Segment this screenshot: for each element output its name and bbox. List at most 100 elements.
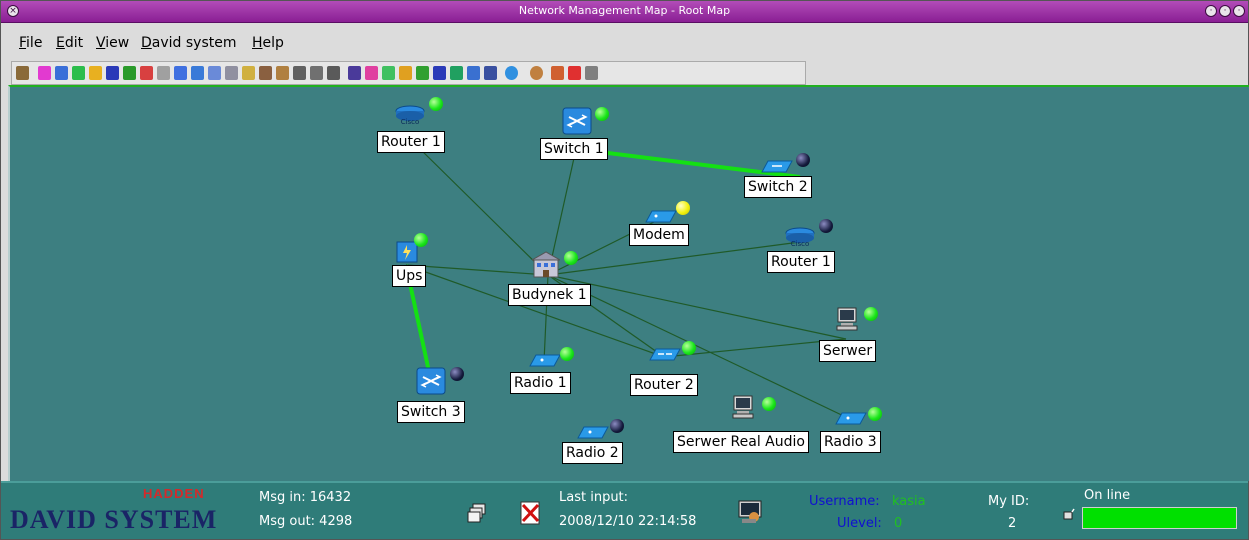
status-indicator bbox=[819, 219, 833, 233]
person-tool-icon[interactable] bbox=[348, 66, 361, 80]
ulevel-label: Ulevel: bbox=[837, 516, 882, 531]
msg-out-count: Msg out: 4298 bbox=[259, 514, 353, 529]
node-label-serwer[interactable]: Serwer bbox=[819, 340, 877, 362]
msg-in-count: Msg in: 16432 bbox=[259, 490, 352, 505]
info-tool-icon[interactable] bbox=[505, 66, 518, 80]
flag-tool-icon[interactable] bbox=[140, 66, 153, 80]
messages-icon[interactable] bbox=[467, 503, 487, 523]
status-indicator bbox=[414, 233, 428, 247]
ulevel-value: 0 bbox=[894, 516, 903, 531]
minimize-icon[interactable]: · bbox=[1205, 5, 1217, 17]
grid2-tool-icon[interactable] bbox=[433, 66, 446, 80]
triangle-tool-icon[interactable] bbox=[89, 66, 102, 80]
group-tool-icon[interactable] bbox=[72, 66, 85, 80]
menu-help[interactable]: Help bbox=[252, 35, 284, 51]
chart-tool-icon[interactable] bbox=[416, 66, 429, 80]
search-tool-icon[interactable] bbox=[191, 66, 204, 80]
online-label: On line bbox=[1084, 488, 1131, 503]
status-indicator bbox=[450, 367, 464, 381]
menu-file[interactable]: File bbox=[19, 35, 42, 51]
list-tool-icon[interactable] bbox=[450, 66, 463, 80]
username-value: kasia bbox=[892, 494, 926, 509]
link-layer bbox=[404, 144, 851, 420]
network-link-ups-budynek1[interactable] bbox=[405, 264, 549, 276]
pencil-tool-icon[interactable] bbox=[174, 66, 187, 80]
add-link-tool-icon[interactable] bbox=[55, 66, 68, 80]
add-node-tool-icon[interactable] bbox=[38, 66, 51, 80]
node-label-switch-1[interactable]: Switch 1 bbox=[540, 138, 608, 160]
grid-tool-icon[interactable] bbox=[106, 66, 119, 80]
my-id-value: 2 bbox=[1008, 516, 1017, 531]
menu-edit[interactable]: Edit bbox=[56, 35, 83, 51]
error-log-icon[interactable] bbox=[520, 501, 542, 525]
report-tool-icon[interactable] bbox=[585, 66, 598, 80]
alarm-tool-icon[interactable] bbox=[551, 66, 564, 80]
status-indicator bbox=[610, 419, 624, 433]
status-indicator bbox=[868, 407, 882, 421]
warning-tool-icon[interactable] bbox=[568, 66, 581, 80]
svg-text:Cisco: Cisco bbox=[791, 240, 810, 247]
connection-icon bbox=[1063, 505, 1075, 520]
toolbar bbox=[11, 61, 806, 85]
block2-tool-icon[interactable] bbox=[310, 66, 323, 80]
up-tool-icon[interactable] bbox=[276, 66, 289, 80]
node-label-router-1[interactable]: Router 1 bbox=[377, 131, 445, 153]
node-label-ups[interactable]: Ups bbox=[392, 265, 427, 287]
zoom-tool-icon[interactable] bbox=[208, 66, 221, 80]
terminal-user-icon[interactable] bbox=[738, 500, 762, 524]
monitor-tool-icon[interactable] bbox=[123, 66, 136, 80]
star-tool-icon[interactable] bbox=[365, 66, 378, 80]
username-label: Username: bbox=[809, 494, 880, 509]
network-link-router1_right-budynek1[interactable] bbox=[547, 241, 801, 276]
node-label-router-1-right[interactable]: Router 1 bbox=[767, 251, 835, 273]
settings-tool-icon[interactable] bbox=[530, 66, 543, 80]
hadden-logo: HADDEN bbox=[143, 486, 205, 501]
node-label-radio-2[interactable]: Radio 2 bbox=[562, 442, 623, 464]
david-system-logo: DAVID SYSTEM bbox=[10, 505, 218, 534]
status-indicator bbox=[595, 107, 609, 121]
node-label-router-2[interactable]: Router 2 bbox=[630, 374, 698, 396]
network-link-budynek1-radio3[interactable] bbox=[547, 274, 851, 420]
colors-tool-icon[interactable] bbox=[399, 66, 412, 80]
status-indicator bbox=[564, 251, 578, 265]
status-indicator bbox=[560, 347, 574, 361]
node-label-switch-3[interactable]: Switch 3 bbox=[397, 401, 465, 423]
status-indicator bbox=[676, 201, 690, 215]
maximize-icon[interactable]: · bbox=[1219, 5, 1231, 17]
lock-tool-icon[interactable] bbox=[16, 66, 29, 80]
close-icon[interactable]: · bbox=[1233, 5, 1245, 17]
block-tool-icon[interactable] bbox=[293, 66, 306, 80]
magnify-tool-icon[interactable] bbox=[467, 66, 480, 80]
menu-david-system[interactable]: David system bbox=[141, 35, 237, 51]
title-bar[interactable]: × Network Management Map - Root Map · · … bbox=[1, 1, 1248, 23]
status-indicator bbox=[429, 97, 443, 111]
svg-text:Cisco: Cisco bbox=[401, 118, 420, 125]
node-label-serwer-real-audio[interactable]: Serwer Real Audio bbox=[673, 431, 809, 453]
network-link-router1_top-budynek1[interactable] bbox=[415, 144, 549, 276]
plug-tool-icon[interactable] bbox=[382, 66, 395, 80]
status-indicator bbox=[796, 153, 810, 167]
gear-tool-icon[interactable] bbox=[157, 66, 170, 80]
node-label-radio-3[interactable]: Radio 3 bbox=[820, 431, 881, 453]
network-tool-icon[interactable] bbox=[242, 66, 255, 80]
menu-bar: File Edit View David system Help bbox=[1, 24, 1248, 60]
node-label-switch-2[interactable]: Switch 2 bbox=[744, 176, 812, 198]
find-tool-icon[interactable] bbox=[484, 66, 497, 80]
node-label-modem[interactable]: Modem bbox=[629, 224, 689, 246]
status-indicator bbox=[762, 397, 776, 411]
last-input-label: Last input: bbox=[559, 490, 629, 505]
node-label-budynek-1[interactable]: Budynek 1 bbox=[508, 284, 591, 306]
status-indicator bbox=[864, 307, 878, 321]
table-tool-icon[interactable] bbox=[327, 66, 340, 80]
online-status-bar bbox=[1082, 507, 1237, 529]
node-label-radio-1[interactable]: Radio 1 bbox=[510, 372, 571, 394]
cut-tool-icon[interactable] bbox=[225, 66, 238, 80]
status-bar: HADDEN DAVID SYSTEM Msg in: 16432 Msg ou… bbox=[1, 481, 1248, 539]
status-indicator bbox=[682, 341, 696, 355]
menu-view[interactable]: View bbox=[96, 35, 129, 51]
my-id-label: My ID: bbox=[988, 494, 1030, 509]
network-map-canvas[interactable]: Cisco Router 1 Switch 1 Switch 2 Modem C… bbox=[8, 85, 1249, 481]
last-input-value: 2008/12/10 22:14:58 bbox=[559, 514, 697, 529]
window-title: Network Management Map - Root Map bbox=[518, 4, 731, 17]
tree-tool-icon[interactable] bbox=[259, 66, 272, 80]
